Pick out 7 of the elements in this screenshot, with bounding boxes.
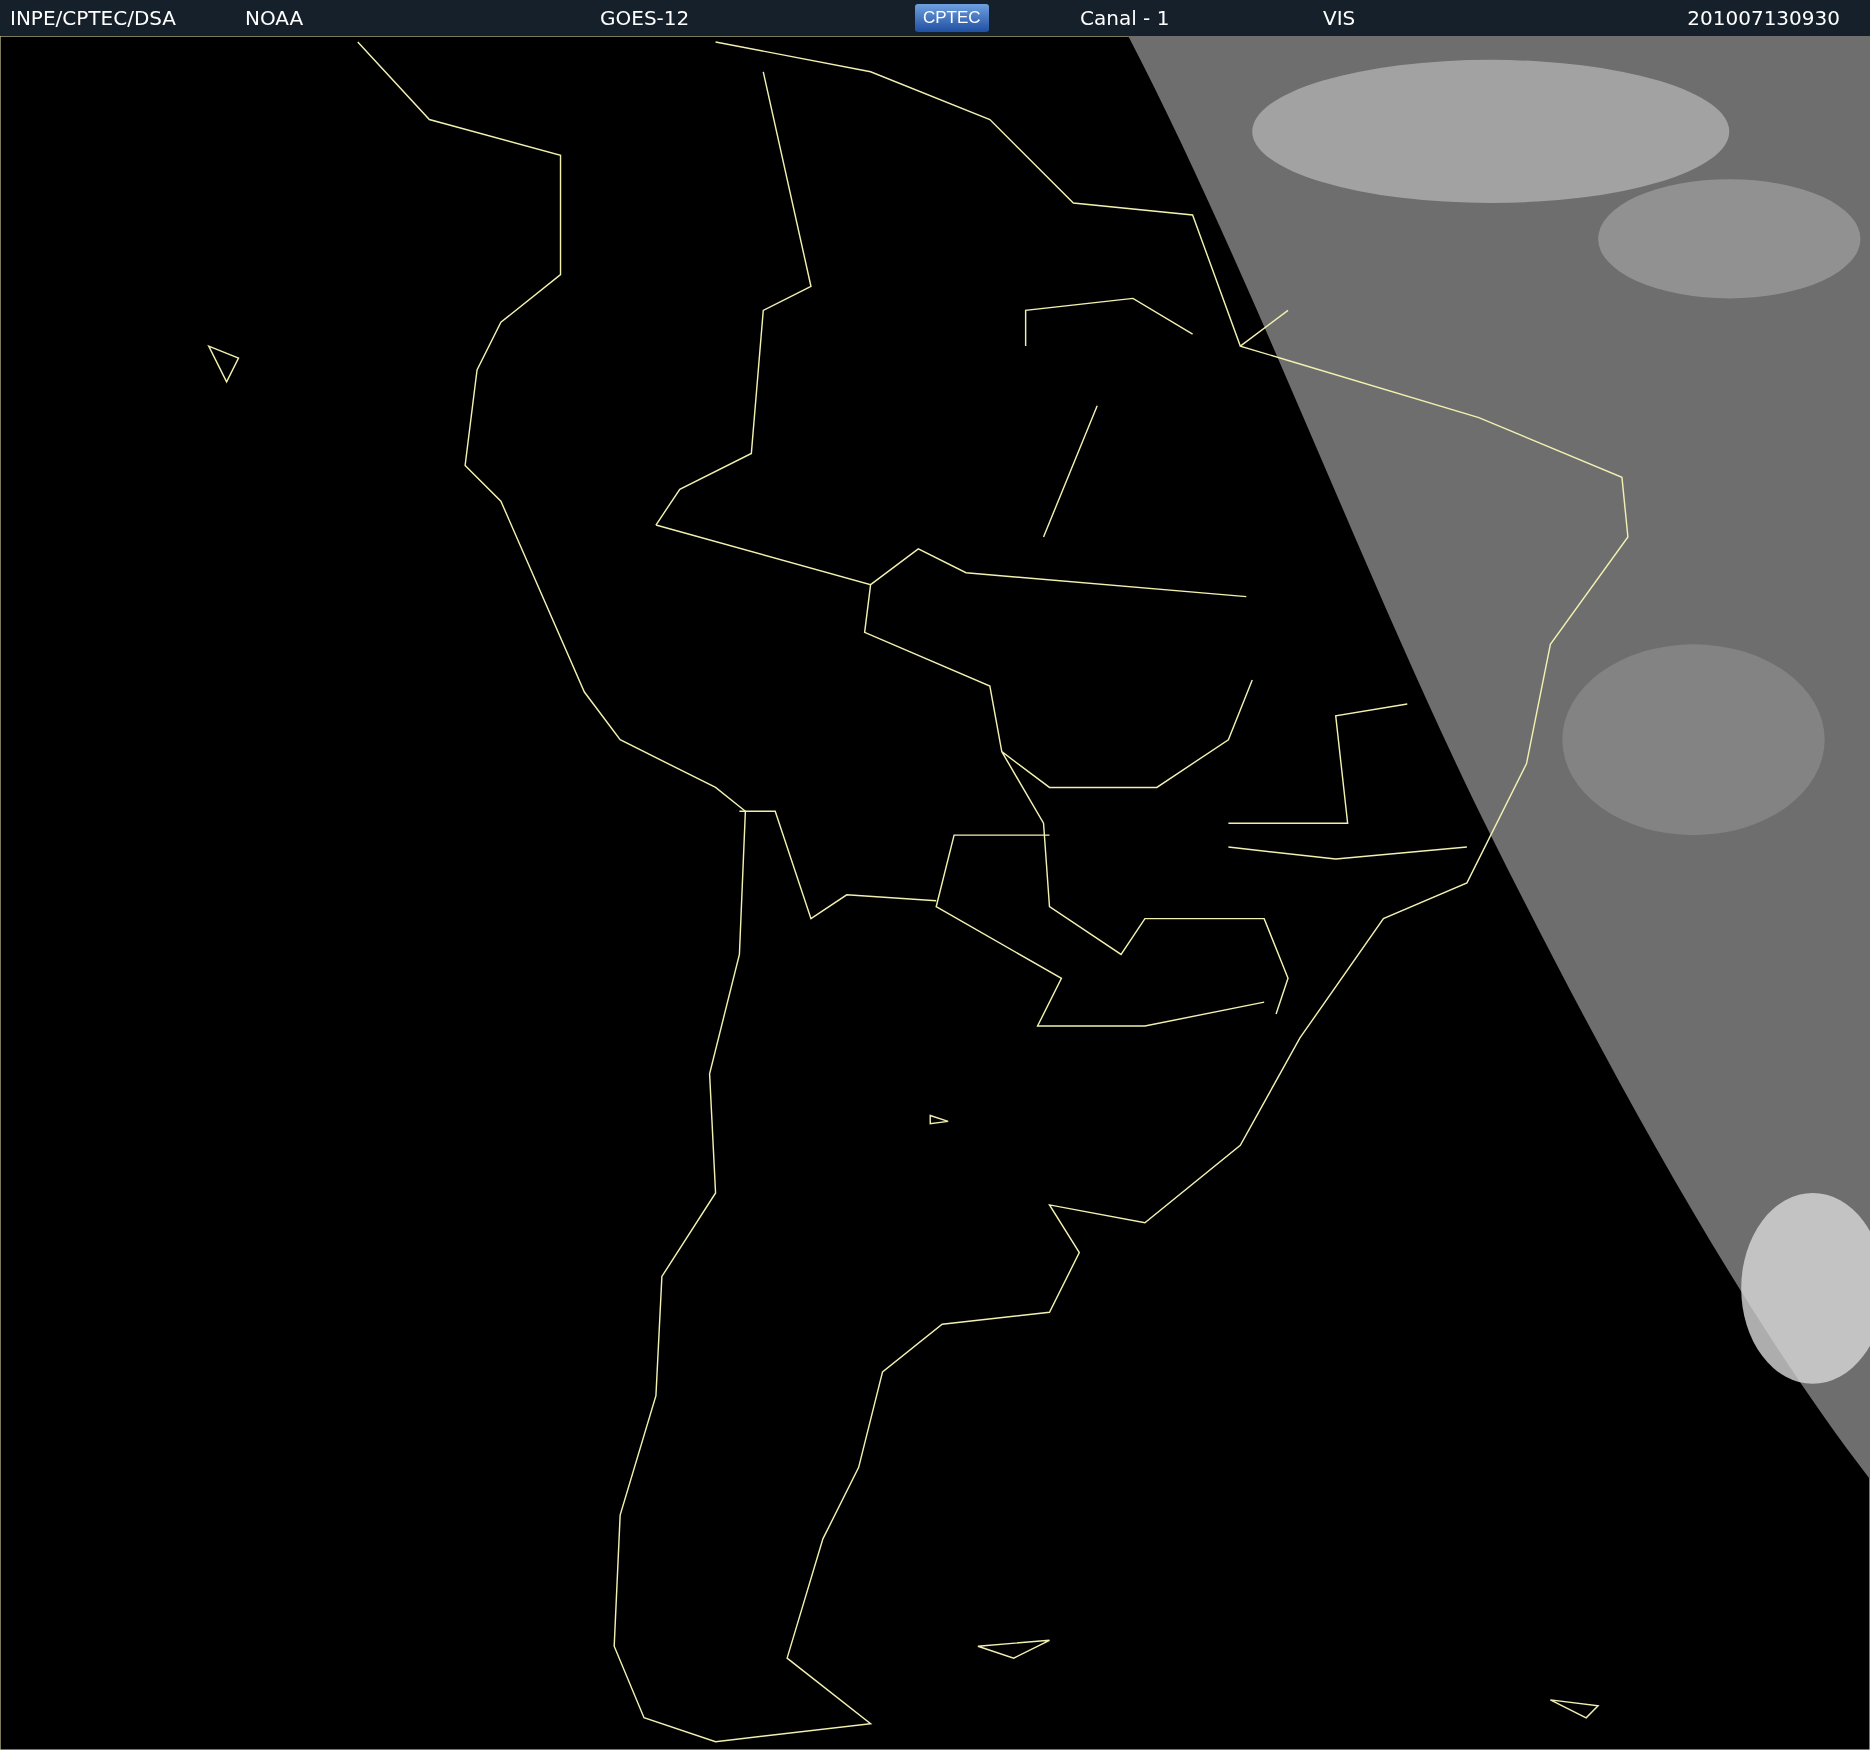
header-label: Canal - 1 — [1080, 6, 1170, 30]
header-label: VIS — [1323, 6, 1356, 30]
timestamp: 201007130930 — [1687, 6, 1840, 30]
header-label: NOAA — [245, 6, 304, 30]
logo: CPTEC — [915, 4, 989, 32]
header-label: GOES-12 — [600, 6, 690, 30]
header-label: INPE/CPTEC/DSA — [10, 6, 177, 30]
